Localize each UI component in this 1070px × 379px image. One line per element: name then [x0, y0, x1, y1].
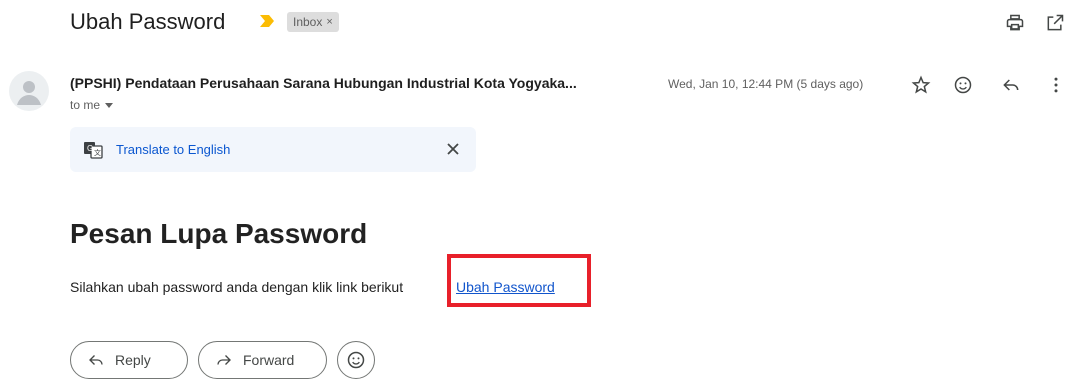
avatar-person-icon: [17, 81, 41, 105]
inbox-label-chip[interactable]: Inbox ×: [287, 12, 339, 32]
body-heading: Pesan Lupa Password: [70, 218, 368, 249]
importance-marker-icon[interactable]: [260, 15, 274, 27]
emoji-reaction-button[interactable]: [337, 341, 375, 379]
body-text: Silahkan ubah password anda dengan klik …: [70, 279, 404, 295]
more-vert-icon[interactable]: [1044, 73, 1068, 97]
email-subject: Ubah Password: [70, 9, 226, 34]
emoji-icon[interactable]: [951, 73, 975, 97]
emoji-icon: [347, 351, 365, 369]
star-icon[interactable]: [909, 73, 933, 97]
reply-icon: [89, 355, 103, 365]
print-icon[interactable]: [1004, 12, 1026, 34]
open-in-new-window-icon[interactable]: [1044, 12, 1066, 34]
sender-avatar[interactable]: [9, 71, 49, 111]
inbox-label-text: Inbox: [293, 15, 323, 29]
svg-text:文: 文: [94, 148, 101, 157]
svg-text:G: G: [87, 144, 93, 153]
forward-icon: [217, 355, 231, 365]
reply-button-label: Reply: [115, 352, 151, 368]
forward-button-label: Forward: [243, 352, 295, 368]
translate-icon: G 文: [84, 142, 103, 159]
remove-label-icon[interactable]: ×: [326, 16, 332, 28]
close-translate-icon[interactable]: [442, 138, 464, 160]
translate-to-english-link[interactable]: Translate to English: [116, 142, 230, 157]
forward-button[interactable]: Forward: [198, 341, 327, 379]
recipient-details[interactable]: to me: [70, 98, 114, 112]
email-date: Wed, Jan 10, 12:44 PM (5 days ago): [668, 77, 864, 91]
recipient-label: to me: [70, 98, 101, 112]
sender-name[interactable]: (PPSHI) Pendataan Perusahaan Sarana Hubu…: [70, 75, 577, 91]
reply-button[interactable]: Reply: [70, 341, 188, 379]
chevron-down-icon: [105, 103, 114, 108]
reply-icon[interactable]: [999, 73, 1023, 97]
highlight-box: [447, 254, 591, 307]
